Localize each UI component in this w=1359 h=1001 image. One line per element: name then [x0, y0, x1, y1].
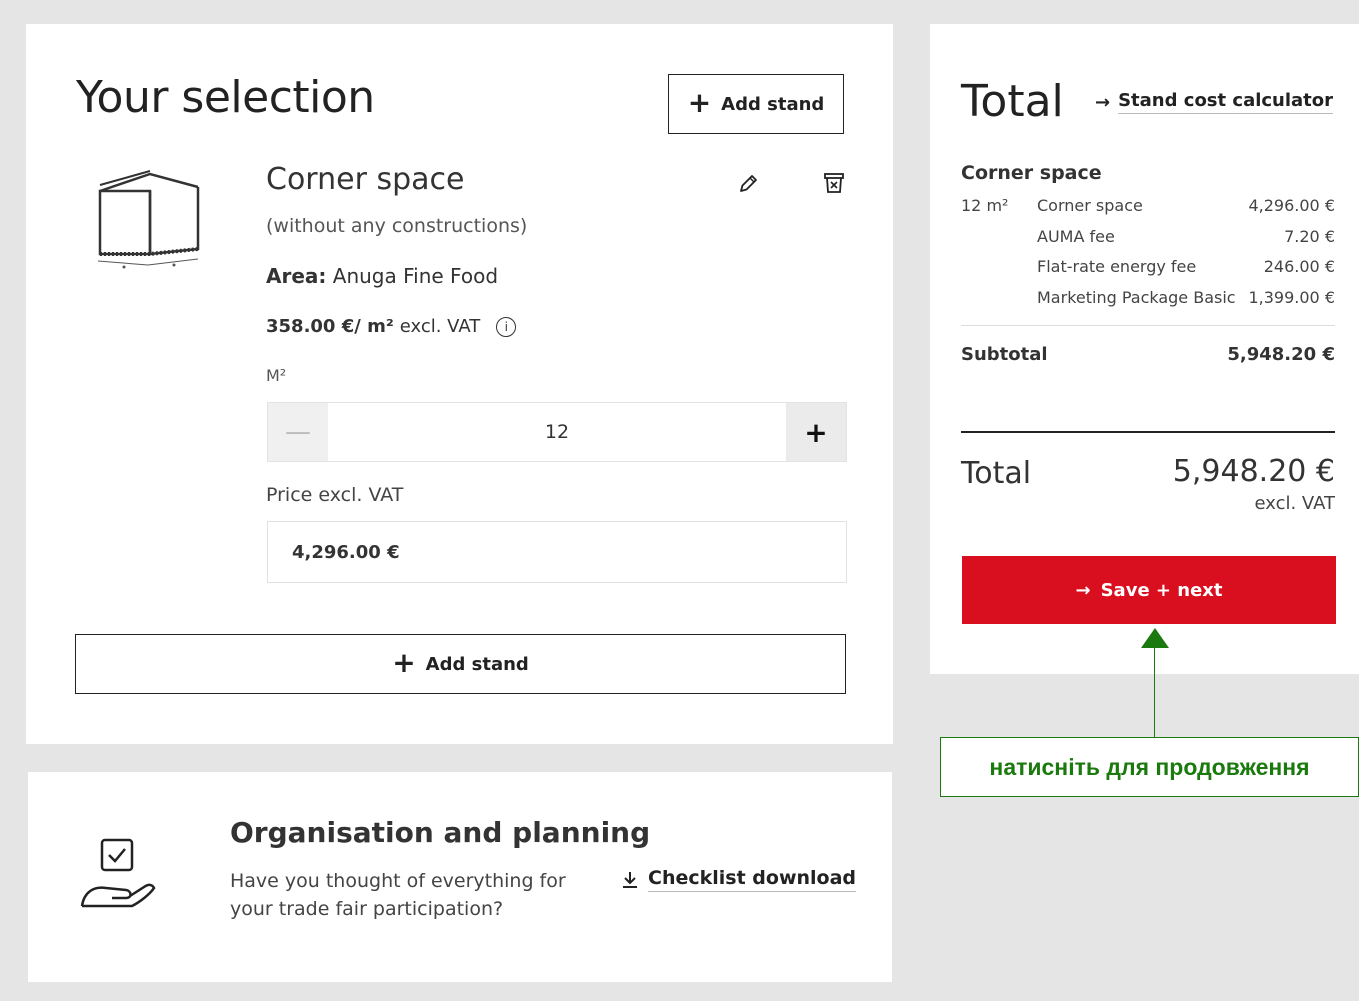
checklist-label: Checklist download	[648, 867, 857, 892]
callout-box: натисніть для продовження	[940, 737, 1359, 797]
stand-subtitle: (without any constructions)	[266, 215, 528, 237]
subtotal-label: Subtotal	[961, 344, 1048, 365]
stand-cost-calculator-link[interactable]: → Stand cost calculator	[1095, 90, 1334, 114]
selection-card: Your selection + Add stand Corner space …	[26, 24, 893, 744]
summary-line-value: 7.20 €	[1284, 227, 1335, 246]
m2-label: M²	[266, 366, 287, 385]
info-icon[interactable]: i	[496, 316, 517, 337]
organisation-card: Organisation and planning Have you thoug…	[28, 772, 892, 982]
grand-total-note: excl. VAT	[1254, 493, 1335, 514]
price-label: Price excl. VAT	[266, 484, 404, 506]
add-stand-label: Add stand	[425, 653, 529, 675]
stand-name: Corner space	[266, 162, 465, 197]
plus-icon: +	[392, 645, 416, 679]
download-icon	[623, 871, 637, 888]
price-suffix: excl. VAT	[399, 316, 481, 337]
quantity-stepper: — 12 +	[267, 402, 847, 462]
price-per-m2-line: 358.00 €/ m² excl. VAT i	[266, 316, 517, 337]
divider	[961, 325, 1335, 326]
calculator-label: Stand cost calculator	[1118, 90, 1334, 114]
price-per-m2: 358.00 €/ m²	[266, 316, 394, 337]
callout-arrow-line	[1154, 646, 1155, 737]
subtotal-value: 5,948.20 €	[1227, 344, 1335, 365]
add-stand-button[interactable]: + Add stand	[668, 74, 844, 134]
save-next-label: Save + next	[1100, 579, 1223, 601]
price-field: 4,296.00 €	[267, 521, 847, 583]
area-line: Area: Anuga Fine Food	[266, 264, 498, 288]
total-title: Total	[961, 76, 1064, 127]
divider	[961, 431, 1335, 433]
save-next-button[interactable]: → Save + next	[962, 556, 1336, 624]
total-card: Total → Stand cost calculator Corner spa…	[930, 24, 1359, 674]
edit-pencil-icon[interactable]	[736, 172, 760, 196]
corner-stand-icon	[97, 170, 200, 269]
summary-qty: 12 m²	[961, 196, 1009, 215]
summary-line-name: AUMA fee	[1037, 227, 1115, 246]
area-label: Area:	[266, 264, 327, 288]
grand-total-value: 5,948.20 €	[1172, 454, 1335, 489]
add-stand-label: Add stand	[721, 93, 825, 115]
summary-line-name: Marketing Package Basic	[1037, 288, 1236, 307]
quantity-input[interactable]: 12	[328, 403, 786, 461]
callout-arrow-head	[1141, 628, 1169, 648]
page-title: Your selection	[76, 72, 375, 123]
increment-button[interactable]: +	[786, 403, 846, 461]
plus-icon: +	[687, 85, 712, 119]
summary-line-name: Corner space	[1037, 196, 1143, 215]
add-stand-wide-button[interactable]: + Add stand	[75, 634, 846, 694]
checklist-hand-icon	[80, 838, 156, 908]
delete-trash-icon[interactable]	[823, 171, 845, 195]
checklist-download-link[interactable]: Checklist download	[620, 867, 857, 892]
summary-line-value: 246.00 €	[1263, 257, 1335, 276]
summary-line-value: 4,296.00 €	[1248, 196, 1335, 215]
organisation-text: Have you thought of everything for your …	[230, 870, 566, 920]
area-value: Anuga Fine Food	[332, 264, 499, 288]
arrow-right-icon: →	[1075, 579, 1091, 601]
arrow-right-icon: →	[1095, 91, 1111, 113]
summary-line-name: Flat-rate energy fee	[1037, 257, 1197, 276]
summary-line-value: 1,399.00 €	[1248, 288, 1335, 307]
grand-total-label: Total	[961, 456, 1032, 491]
decrement-button[interactable]: —	[268, 403, 328, 461]
organisation-title: Organisation and planning	[230, 816, 651, 849]
summary-group-title: Corner space	[961, 162, 1102, 184]
